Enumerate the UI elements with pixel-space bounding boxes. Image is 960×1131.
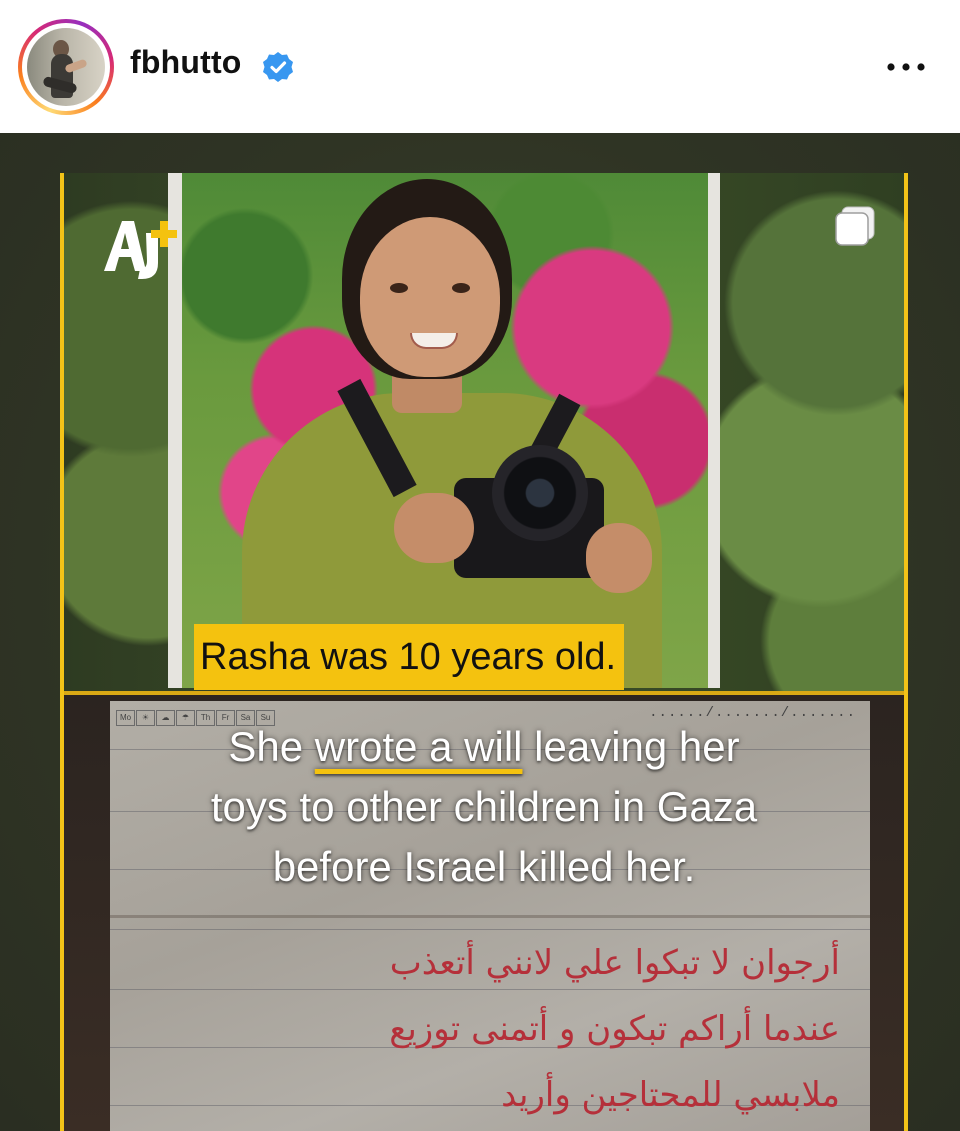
printed-portrait [168,173,720,688]
post-header: fbhutto [0,0,960,133]
overlay-caption: She wrote a will leaving her toys to oth… [210,723,758,890]
letter-line-3: ملابسي للمحتاجين وأريد [501,1075,840,1115]
girl-face [360,217,500,377]
paper-fold [110,915,870,918]
letter-line-2: عندما أراكم تبكون و أتمنى توزيع [389,1009,840,1049]
story-ring[interactable] [18,19,114,115]
letter-line-1: أرجوان لا تبكوا علي لانني أتعذب [389,943,840,983]
more-options-icon[interactable] [884,52,928,82]
carousel-icon [835,206,875,246]
aj-plus-logo [104,221,177,279]
photo-section: Rasha was 10 years old. [64,173,904,693]
post-image[interactable]: Rasha was 10 years old. Mo ☀ ☁ ☂ Th Fr Sa Su ..… [0,133,960,1131]
verified-badge-icon [263,52,293,82]
image-card: Rasha was 10 years old. Mo ☀ ☁ ☂ Th Fr Sa Su ..… [60,173,908,1131]
username-link[interactable]: fbhutto [130,44,242,81]
highlighted-phrase: wrote a will [314,723,523,770]
profile-avatar[interactable] [27,28,105,106]
caption-title: Rasha was 10 years old. [194,624,625,690]
